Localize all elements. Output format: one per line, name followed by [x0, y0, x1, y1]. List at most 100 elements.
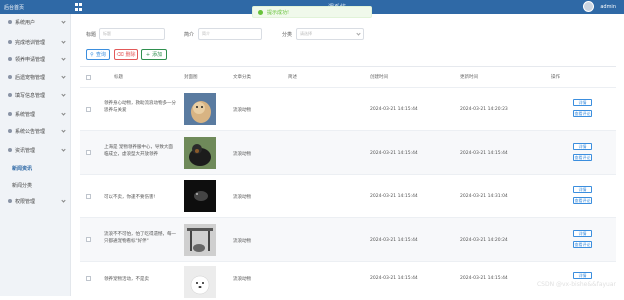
search-icon: ⚲ — [90, 51, 94, 58]
view-comments-button[interactable]: 查看评论 — [573, 154, 592, 161]
sidebar-item-news[interactable]: 资讯管理 — [0, 145, 71, 155]
row-checkbox[interactable] — [86, 107, 91, 112]
menu-icon — [8, 129, 12, 133]
row-category: 流浪动物 — [233, 152, 251, 157]
column-header-updated[interactable]: 更新时间 — [460, 67, 478, 87]
row-updated: 2024-03-21 14:15:44 — [460, 151, 508, 156]
column-header-title[interactable]: 标题 — [114, 67, 123, 87]
category-placeholder: 请选择 — [300, 31, 312, 36]
menu-icon — [8, 57, 12, 61]
sidebar-item-pets[interactable]: 后遗宠物管理 — [0, 72, 71, 82]
trash-icon: ⌫ — [116, 51, 124, 58]
menu-icon — [8, 40, 12, 44]
row-category: 流浪动物 — [233, 277, 251, 282]
detail-button[interactable]: 详情 — [573, 143, 592, 150]
title-input[interactable]: 标题 — [99, 28, 165, 40]
column-header-category[interactable]: 文章分类 — [233, 67, 251, 87]
row-created: 2024-03-21 14:15:44 — [370, 194, 418, 199]
plus-icon: + — [145, 51, 151, 58]
view-comments-button[interactable]: 查看评论 — [573, 197, 592, 204]
view-comments-button[interactable]: 查看评论 — [573, 110, 592, 117]
grid-menu-icon[interactable] — [75, 3, 83, 11]
sidebar-item-notice[interactable]: 系统公告管理 — [0, 126, 71, 136]
row-created: 2024-03-21 14:15:44 — [370, 151, 418, 156]
success-icon — [258, 9, 263, 15]
cover-image — [184, 266, 216, 298]
table-row: 上海是 宠物领养服中心，导致大面临成立，虚浪型大开放领养 流浪动物 2024-0… — [80, 130, 616, 174]
row-title: 领养身心动物，救助流浪动物多一分思养与关爱 — [104, 101, 176, 113]
detail-button[interactable]: 详情 — [573, 186, 592, 193]
row-title: 可以不卖，你逢不要伤害! — [104, 195, 156, 200]
title-label: 标题 — [86, 32, 97, 38]
column-header-created[interactable]: 创建时间 — [370, 67, 388, 87]
sidebar-subitem-news-list[interactable]: 新闻资讯 — [12, 165, 32, 172]
sidebar-item-permissions[interactable]: 权限管理 — [0, 196, 71, 206]
row-updated: 2024-03-21 14:15:44 — [460, 276, 508, 281]
chevron-down-icon — [61, 128, 66, 133]
sidebar-item-info[interactable]: 填写信息管理 — [0, 90, 71, 100]
user-menu[interactable]: admin — [583, 1, 616, 12]
delete-button[interactable]: ⌫ 删除 — [114, 49, 138, 60]
row-category: 流浪动物 — [233, 239, 251, 244]
sidebar: 系统用户 完成培训管理 领养申请管理 后遗宠物管理 填写信息管理 系统管理 系统… — [0, 14, 71, 296]
chevron-down-icon — [356, 31, 361, 36]
avatar — [583, 1, 595, 12]
cover-image — [184, 180, 216, 212]
row-updated: 2024-03-21 14:20:23 — [460, 107, 508, 112]
cover-image — [184, 93, 216, 125]
cover-image — [184, 224, 216, 256]
row-checkbox[interactable] — [86, 276, 91, 281]
table-row: 领养宠物活动，不是卖 流浪动物 2024-03-21 14:15:44 2024… — [80, 261, 616, 298]
sidebar-item-adoption[interactable]: 领养申请管理 — [0, 54, 71, 64]
chevron-down-icon — [61, 19, 66, 24]
add-button[interactable]: + 添加 — [141, 49, 167, 60]
summary-input[interactable]: 简介 — [198, 28, 262, 40]
category-select[interactable]: 请选择 — [296, 28, 364, 40]
home-link[interactable]: 后台首页 — [0, 0, 71, 14]
table-row: 领养身心动物，救助流浪动物多一分思养与关爱 流浪动物 2024-03-21 14… — [80, 87, 616, 130]
menu-icon — [8, 148, 12, 152]
success-toast: 提示成功! — [252, 6, 372, 18]
row-updated: 2024-03-21 14:31:04 — [460, 194, 508, 199]
column-header-actions: 操作 — [551, 75, 560, 80]
sidebar-item-system-users[interactable]: 系统用户 — [0, 17, 71, 27]
home-label: 后台首页 — [4, 4, 25, 11]
watermark: CSDN @vx-bishe&&fayuar — [536, 281, 616, 288]
search-button[interactable]: ⚲ 查询 — [86, 49, 110, 60]
chevron-up-icon — [61, 147, 66, 152]
user-icon — [8, 20, 12, 24]
detail-button[interactable]: 详情 — [573, 272, 592, 279]
row-title: 上海是 宠物领养服中心，导致大面临成立，虚浪型大开放领养 — [104, 145, 173, 157]
row-checkbox[interactable] — [86, 150, 91, 155]
menu-icon — [8, 93, 12, 97]
user-name: admin — [600, 3, 616, 10]
menu-icon — [8, 75, 12, 79]
sidebar-item-training[interactable]: 完成培训管理 — [0, 37, 71, 47]
column-header-cover: 封面图 — [184, 75, 198, 80]
table-row: 可以不卖，你逢不要伤害! 流浪动物 2024-03-21 14:15:44 20… — [80, 174, 616, 217]
select-all-checkbox[interactable] — [86, 75, 91, 80]
chevron-down-icon — [61, 111, 66, 116]
row-checkbox[interactable] — [86, 237, 91, 242]
chevron-down-icon — [61, 198, 66, 203]
menu-icon — [8, 112, 12, 116]
column-header-summary: 简述 — [288, 75, 297, 80]
category-label: 分类 — [282, 32, 293, 38]
row-checkbox[interactable] — [86, 194, 91, 199]
view-comments-button[interactable]: 查看评论 — [573, 241, 592, 248]
sidebar-subitem-news-category[interactable]: 新闻分类 — [12, 182, 32, 189]
row-created: 2024-03-21 14:15:44 — [370, 238, 418, 243]
chevron-down-icon — [61, 92, 66, 97]
news-table: 标题 封面图 文章分类 简述 创建时间 更新时间 操作 领养身心动物，救助流浪动… — [80, 66, 616, 298]
row-updated: 2024-03-21 14:20:24 — [460, 238, 508, 243]
detail-button[interactable]: 详情 — [573, 230, 592, 237]
toast-message: 提示成功! — [267, 9, 290, 16]
table-row: 流浪不不可怕，怕了吃得遗憾，每一只都通宠物看标"好伴" 流浪动物 2024-03… — [80, 217, 616, 261]
chevron-down-icon — [61, 74, 66, 79]
detail-button[interactable]: 详情 — [573, 99, 592, 106]
chevron-down-icon — [61, 56, 66, 61]
chevron-down-icon — [61, 39, 66, 44]
row-created: 2024-03-21 14:15:44 — [370, 107, 418, 112]
sidebar-item-system[interactable]: 系统管理 — [0, 109, 71, 119]
summary-label: 简介 — [184, 32, 195, 38]
